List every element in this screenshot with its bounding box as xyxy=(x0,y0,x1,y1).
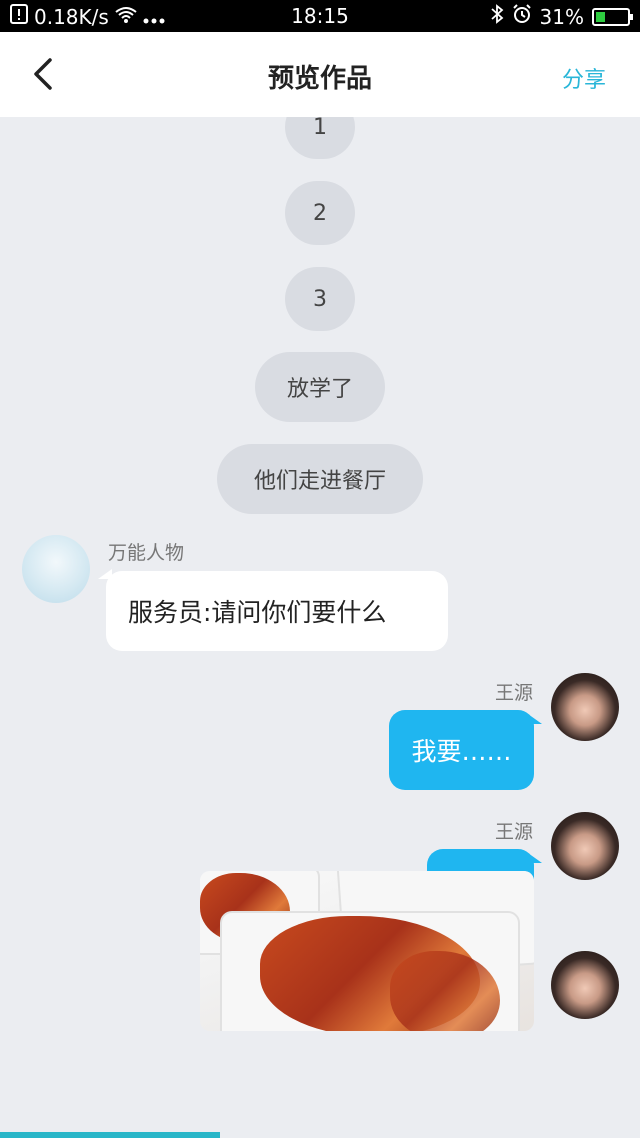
avatar[interactable] xyxy=(22,535,90,603)
battery-icon xyxy=(592,7,633,26)
narration-bubble: 他们走进餐厅 xyxy=(217,444,423,514)
bottom-indicator xyxy=(0,1132,220,1138)
status-bar: 0.18K/s 18:15 31% xyxy=(0,0,640,32)
avatar[interactable] xyxy=(551,673,619,741)
message-image[interactable] xyxy=(200,871,534,1031)
share-button[interactable]: 分享 xyxy=(562,62,606,94)
message-bubble-left[interactable]: 服务员:请问你们要什么 xyxy=(98,569,448,651)
narration-bubble: 1 xyxy=(285,117,355,159)
avatar[interactable] xyxy=(551,951,619,1019)
message-bubble-right[interactable]: 我要…… xyxy=(389,710,542,790)
sender-name: 王源 xyxy=(494,821,533,843)
bluetooth-icon xyxy=(490,4,504,29)
narration-bubble: 放学了 xyxy=(255,352,385,422)
narration-bubble: 3 xyxy=(285,267,355,331)
battery-percent: 31% xyxy=(539,4,584,29)
nav-bar: 预览作品 分享 xyxy=(0,32,640,117)
avatar[interactable] xyxy=(551,812,619,880)
narration-bubble: 2 xyxy=(285,181,355,245)
alarm-icon xyxy=(512,4,532,29)
sender-name: 万能人物 xyxy=(108,542,185,564)
sender-name: 王源 xyxy=(494,682,533,704)
page-title: 预览作品 xyxy=(267,64,372,94)
